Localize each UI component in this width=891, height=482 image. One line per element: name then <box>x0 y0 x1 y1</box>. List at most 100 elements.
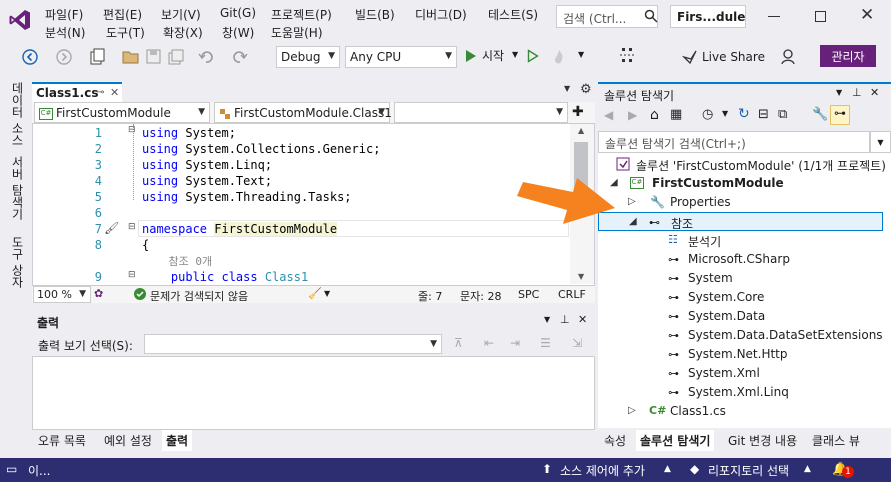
output-pin-icon[interactable]: ⊥ <box>560 313 570 326</box>
close-button[interactable]: ✕ <box>860 5 874 25</box>
forward-icon[interactable] <box>56 49 72 65</box>
tab-output[interactable]: 출력 <box>162 430 193 451</box>
maximize-button[interactable] <box>815 11 826 22</box>
redo-icon[interactable] <box>232 49 248 65</box>
show-all-files-icon[interactable]: ⧉ <box>778 107 787 122</box>
se-forward-icon[interactable]: ▶ <box>628 108 637 122</box>
output-dropdown-icon[interactable]: ▼ <box>544 315 550 324</box>
codelens-references[interactable]: 참조 0개 <box>142 253 212 269</box>
tree-item-reference[interactable]: ⊶ System.Xml.Linq <box>598 383 883 402</box>
tree-item-reference[interactable]: ⊶ System.Net.Http <box>598 345 883 364</box>
hot-reload-dropdown-icon[interactable]: ▼ <box>578 50 584 59</box>
split-editor-icon[interactable]: ✚ <box>572 104 584 120</box>
output-close-icon[interactable]: ✕ <box>578 313 587 326</box>
menu-extensions[interactable]: 확장(X) <box>163 24 203 41</box>
se-pin-icon[interactable]: ⊥ <box>852 86 862 99</box>
issues-status[interactable]: 문제가 검색되지 않음 <box>150 288 248 304</box>
collapse-usings-icon[interactable]: ⊟ <box>128 125 136 135</box>
menu-edit[interactable]: 편집(E) <box>103 6 142 23</box>
tab-solution-explorer[interactable]: 솔루션 탐색기 <box>636 430 715 451</box>
sync-icon[interactable]: ↻ <box>738 106 750 122</box>
settings-gear-icon[interactable]: ⚙ <box>580 82 592 97</box>
menu-git[interactable]: Git(G) <box>220 6 256 20</box>
zoom-select[interactable]: 100 % ▼ <box>33 286 91 303</box>
properties-wrench-icon[interactable]: 🔧 <box>812 107 828 122</box>
se-dropdown-icon[interactable]: ▼ <box>836 88 842 97</box>
prev-message-icon[interactable]: ⇤ <box>484 336 494 350</box>
collapse-namespace-icon[interactable]: ⊟ <box>128 222 136 232</box>
live-share-button[interactable]: Live Share <box>702 50 765 64</box>
menu-view[interactable]: 보기(V) <box>161 6 201 23</box>
tab-error-list[interactable]: 오류 목록 <box>34 430 90 451</box>
code-line-3[interactable]: using System.Linq; <box>142 158 272 172</box>
menu-debug[interactable]: 디버그(D) <box>415 6 467 23</box>
start-dropdown-icon[interactable]: ▼ <box>512 50 518 59</box>
admin-badge[interactable]: 관리자 <box>820 45 876 67</box>
collapsed-arrow-icon[interactable]: ▷ <box>628 405 636 416</box>
solution-configuration-select[interactable]: Debug ▼ <box>276 46 340 68</box>
tree-item-properties[interactable]: ▷ 🔧 Properties <box>598 193 883 212</box>
scroll-down-icon[interactable]: ▼ <box>578 272 584 281</box>
char-indicator[interactable]: 문자: 28 <box>460 288 501 304</box>
output-text-area[interactable] <box>32 356 595 430</box>
menu-window[interactable]: 창(W) <box>222 24 254 41</box>
se-back-icon[interactable]: ◀ <box>604 108 613 122</box>
add-to-source-control[interactable]: 소스 제어에 추가 <box>560 462 645 479</box>
solution-explorer-search[interactable]: 솔루션 탐색기 검색(Ctrl+;) <box>598 131 870 153</box>
se-search-options-icon[interactable]: ▼ <box>870 131 891 153</box>
tab-toolbox[interactable]: 도구 상자 <box>9 236 26 288</box>
code-line-2[interactable]: using System.Collections.Generic; <box>142 142 380 156</box>
live-share-icon[interactable] <box>682 49 698 65</box>
visual-studio-logo-icon[interactable] <box>8 8 32 32</box>
tree-item-reference[interactable]: ⊶ Microsoft.CSharp <box>598 250 883 269</box>
quick-action-icon[interactable]: 🖌 <box>104 221 119 235</box>
se-close-icon[interactable]: ✕ <box>870 86 879 99</box>
collapse-class-icon[interactable]: ⊟ <box>128 270 136 280</box>
tab-git-changes[interactable]: Git 변경 내용 <box>724 430 802 451</box>
title-search-box[interactable]: 검색 (Ctrl... <box>556 5 658 28</box>
source-control-up-icon[interactable]: ⬆ <box>542 462 552 476</box>
menu-build[interactable]: 빌드(B) <box>355 6 395 23</box>
filter-dropdown-icon[interactable]: ▼ <box>722 109 728 118</box>
code-line-5[interactable]: using System.Threading.Tasks; <box>142 190 352 204</box>
code-cleanup-dropdown-icon[interactable]: ▼ <box>324 289 330 298</box>
project-dropdown[interactable]: C# FirstCustomModule ▼ <box>34 102 210 123</box>
pin-icon[interactable]: ⊸ <box>96 87 104 98</box>
tab-server-explorer[interactable]: 서버 탐색기 <box>9 156 26 220</box>
feedback-icon[interactable] <box>780 48 798 66</box>
menu-test[interactable]: 테스트(S) <box>488 6 538 23</box>
home-icon[interactable]: ⌂ <box>650 107 659 123</box>
open-folder-icon[interactable] <box>122 49 140 65</box>
collapse-all-icon[interactable]: ⊟ <box>758 107 769 122</box>
save-icon[interactable] <box>146 49 161 64</box>
tree-item-reference[interactable]: ⊶ System.Data <box>598 307 883 326</box>
menu-tools[interactable]: 도구(T) <box>106 24 145 41</box>
preview-selected-icon[interactable]: ⊶ <box>830 105 850 125</box>
clear-all-icon[interactable]: ☰ <box>540 336 551 350</box>
code-line-7[interactable]: namespace FirstCustomModule <box>142 222 338 236</box>
menu-file[interactable]: 파일(F) <box>45 6 83 23</box>
layout-toggle-icon[interactable] <box>620 45 636 65</box>
tab-data-sources[interactable]: 데이터 소스 <box>9 82 26 146</box>
tree-item-reference[interactable]: ⊶ System.Data.DataSetExtensions <box>598 326 883 345</box>
close-tab-icon[interactable]: ✕ <box>110 86 119 99</box>
select-repository[interactable]: 리포지토리 선택 <box>708 462 789 479</box>
tree-item-project[interactable]: ◢ C# FirstCustomModule <box>598 174 883 193</box>
tree-item-solution[interactable]: 솔루션 'FirstCustomModule' (1/1개 프로젝트) <box>598 155 886 174</box>
minimize-button[interactable] <box>768 16 780 17</box>
expanded-arrow-icon[interactable]: ◢ <box>629 216 637 227</box>
line-ending-indicator[interactable]: CRLF <box>558 288 586 301</box>
tab-class1-cs[interactable]: Class1.cs ⊸ ✕ <box>32 82 122 102</box>
tab-exception-settings[interactable]: 예외 설정 <box>100 430 156 451</box>
whitespace-indicator[interactable]: SPC <box>518 288 539 301</box>
pending-changes-filter-icon[interactable]: ◷ <box>702 107 713 122</box>
back-icon[interactable] <box>22 49 38 65</box>
new-project-icon[interactable] <box>88 48 106 66</box>
tree-item-class1[interactable]: ▷ C# Class1.cs <box>598 402 883 421</box>
solution-platform-select[interactable]: Any CPU ▼ <box>345 46 457 68</box>
tree-item-reference[interactable]: ⊶ System.Core <box>598 288 883 307</box>
switch-views-icon[interactable]: ▦ <box>670 107 682 122</box>
code-cleanup-icon[interactable]: 🧹 <box>308 287 322 300</box>
word-wrap-icon[interactable]: ⇲ <box>572 336 582 350</box>
start-button[interactable]: 시작 <box>482 47 504 64</box>
